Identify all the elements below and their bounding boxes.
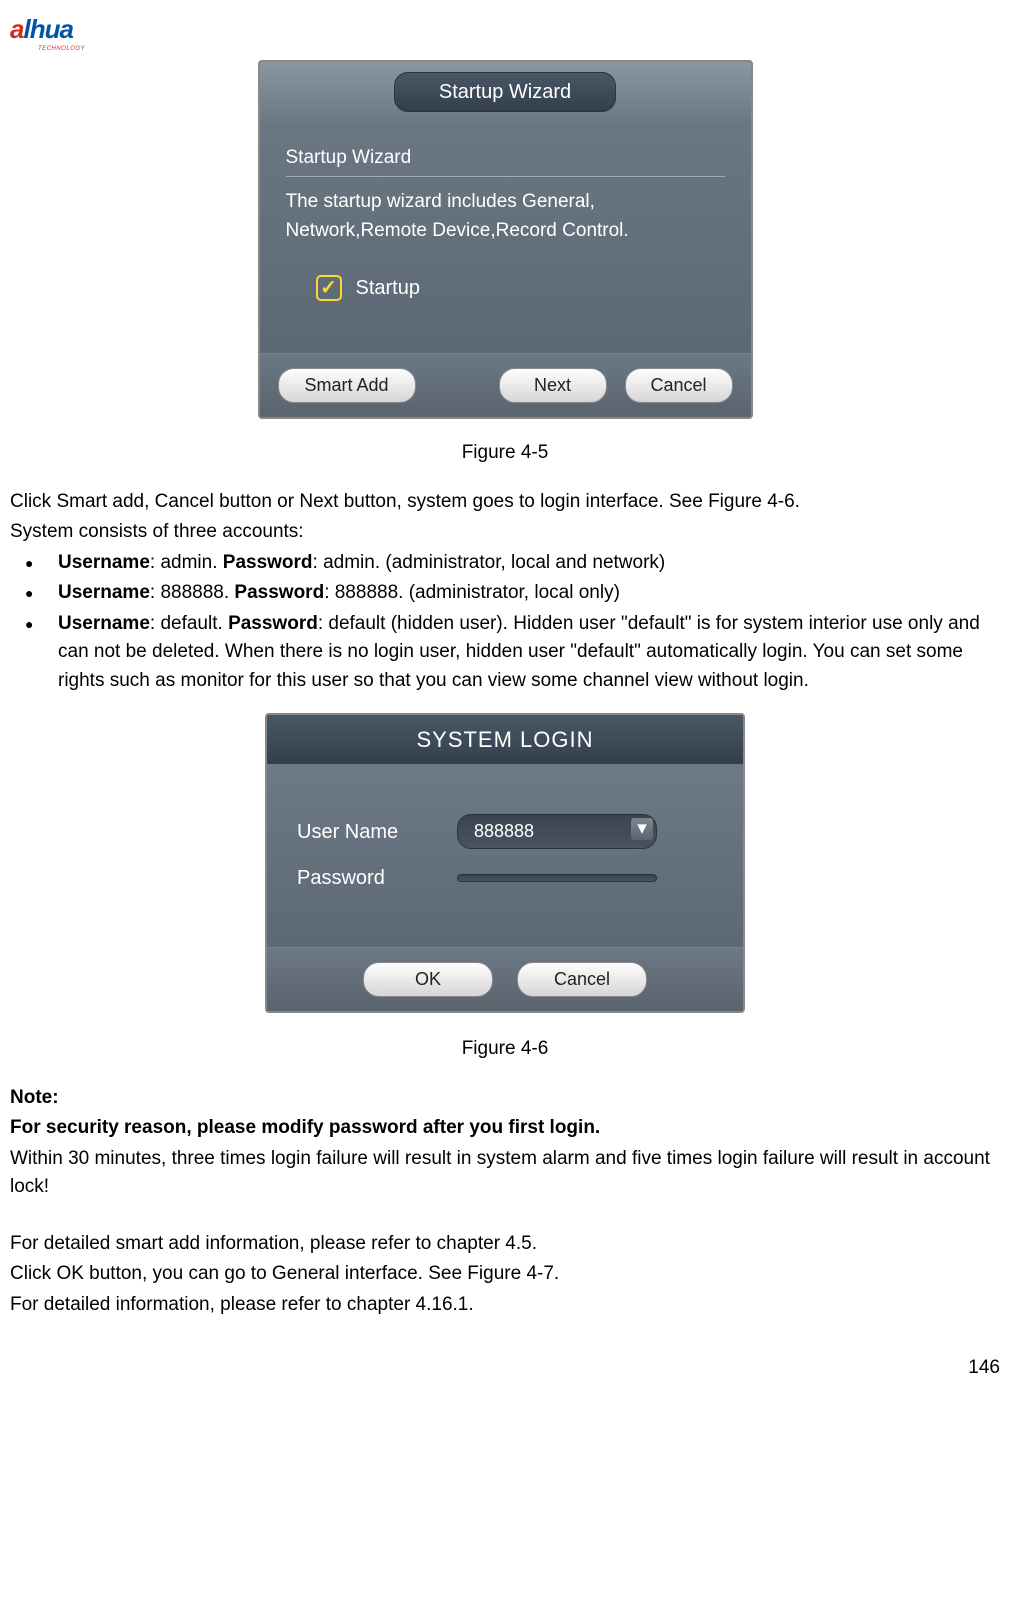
dialog-title: Startup Wizard <box>394 72 616 112</box>
paragraph: Click Smart add, Cancel button or Next b… <box>10 488 1000 517</box>
check-icon: ✓ <box>320 278 337 298</box>
username-label: User Name <box>297 817 457 847</box>
smart-add-button[interactable]: Smart Add <box>278 368 416 403</box>
login-dialog-title: SYSTEM LOGIN <box>267 715 743 764</box>
startup-checkbox-label: Startup <box>356 273 420 303</box>
cancel-button[interactable]: Cancel <box>517 962 647 997</box>
paragraph: For detailed smart add information, plea… <box>10 1230 1000 1259</box>
logo-subtext: TECHNOLOGY <box>38 45 120 54</box>
figure-caption-4-5: Figure 4-5 <box>10 439 1000 468</box>
ok-button[interactable]: OK <box>363 962 493 997</box>
password-row: Password <box>297 863 713 893</box>
dialog-header: Startup Wizard <box>260 62 751 126</box>
list-item: Username: admin. Password: admin. (admin… <box>10 549 1000 578</box>
section-label: Startup Wizard <box>286 144 725 177</box>
paragraph: System consists of three accounts: <box>10 518 1000 547</box>
startup-checkbox-row: ✓ Startup <box>316 273 725 303</box>
username-input[interactable]: 888888 <box>457 814 657 849</box>
next-button[interactable]: Next <box>499 368 607 403</box>
username-dropdown-button[interactable]: ▾ <box>631 818 653 840</box>
startup-wizard-dialog: Startup Wizard Startup Wizard The startu… <box>258 60 753 419</box>
note-bold-line: For security reason, please modify passw… <box>10 1114 1000 1143</box>
chevron-down-icon: ▾ <box>637 815 647 844</box>
dialog-body: Startup Wizard The startup wizard includ… <box>260 126 751 353</box>
list-item: Username: 888888. Password: 888888. (adm… <box>10 579 1000 608</box>
accounts-list: Username: admin. Password: admin. (admin… <box>10 549 1000 696</box>
login-dialog-footer: OK Cancel <box>267 947 743 1011</box>
username-row: User Name 888888 ▾ <box>297 814 713 849</box>
page-number: 146 <box>10 1354 1000 1383</box>
password-label: Password <box>297 863 457 893</box>
logo-text: alhua <box>10 10 120 49</box>
paragraph: Click OK button, you can go to General i… <box>10 1260 1000 1289</box>
dialog-footer: Smart Add Next Cancel <box>260 353 751 417</box>
paragraph: For detailed information, please refer t… <box>10 1291 1000 1320</box>
note-heading: Note: <box>10 1084 1000 1113</box>
password-input[interactable] <box>457 874 657 882</box>
startup-checkbox[interactable]: ✓ <box>316 275 342 301</box>
wizard-description: The startup wizard includes General, Net… <box>286 187 725 246</box>
login-dialog-body: User Name 888888 ▾ Password <box>267 764 743 947</box>
list-item: Username: default. Password: default (hi… <box>10 610 1000 696</box>
system-login-dialog: SYSTEM LOGIN User Name 888888 ▾ Password… <box>265 713 745 1013</box>
paragraph: Within 30 minutes, three times login fai… <box>10 1145 1000 1202</box>
brand-logo: alhua TECHNOLOGY <box>10 10 120 45</box>
figure-caption-4-6: Figure 4-6 <box>10 1035 1000 1064</box>
cancel-button[interactable]: Cancel <box>625 368 733 403</box>
